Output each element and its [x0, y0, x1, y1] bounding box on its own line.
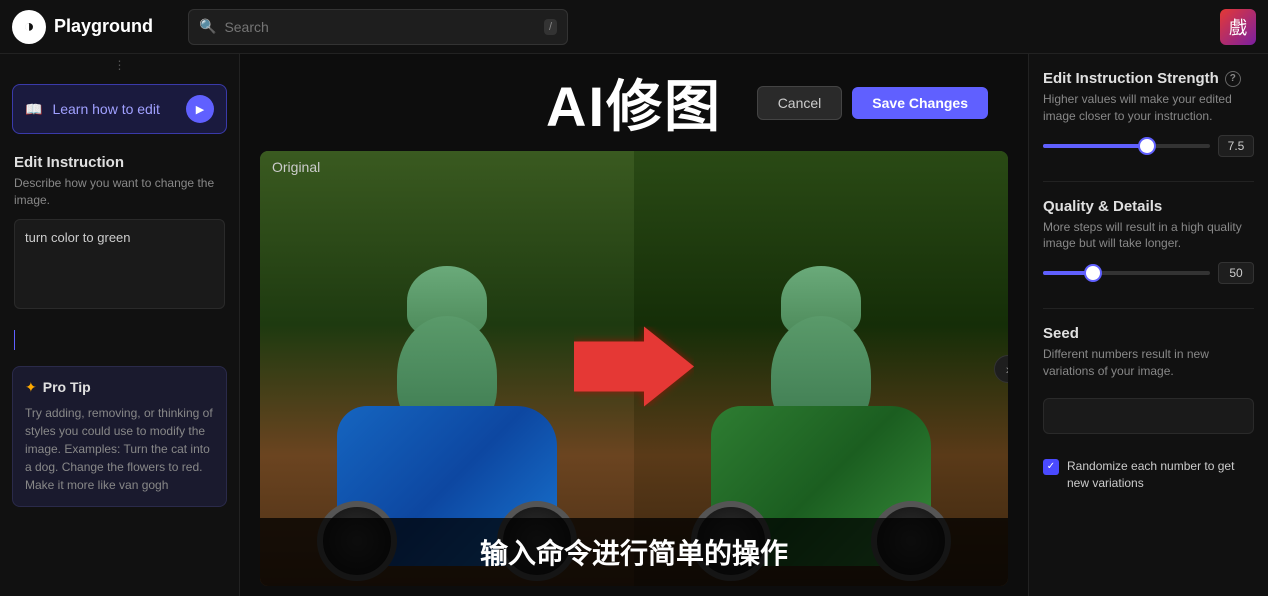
search-bar[interactable]: 🔍 /: [188, 9, 568, 45]
search-shortcut: /: [544, 19, 557, 35]
main-body: ⋮ 📖 Learn how to edit ▶ Edit Instruction…: [0, 54, 1268, 596]
right-sidebar: Edit Instruction Strength ? Higher value…: [1028, 54, 1268, 596]
edit-strength-title: Edit Instruction Strength ?: [1043, 70, 1254, 87]
left-sidebar: ⋮ 📖 Learn how to edit ▶ Edit Instruction…: [0, 54, 240, 596]
edit-strength-value: 7.5: [1218, 135, 1254, 157]
divider-2: [1043, 308, 1254, 309]
randomize-label: Randomize each number to get new variati…: [1067, 458, 1254, 492]
top-nav: ◑ Playground 🔍 / 戲: [0, 0, 1268, 54]
seed-title: Seed: [1043, 325, 1254, 342]
edit-strength-slider-fill: [1043, 144, 1147, 148]
edit-instruction-title: Edit Instruction: [14, 154, 225, 171]
logo-icon: ◑: [12, 10, 46, 44]
arrow-container: [574, 326, 694, 411]
original-label: Original: [272, 159, 320, 175]
seed-input[interactable]: [1043, 398, 1254, 434]
pro-tip-title: Pro Tip: [43, 379, 91, 395]
user-avatar[interactable]: 戲: [1220, 9, 1256, 45]
logo-area: ◑ Playground: [12, 10, 172, 44]
edit-strength-info-icon[interactable]: ?: [1225, 71, 1241, 87]
pro-tip-text: Try adding, removing, or thinking of sty…: [25, 404, 214, 494]
bottom-overlay-text: 输入命令进行简单的操作: [280, 532, 988, 572]
quality-desc: More steps will result in a high quality…: [1043, 219, 1254, 253]
center-area: AI修图 Cancel Save Changes Original: [240, 54, 1028, 596]
scroll-indicator: ⋮: [0, 54, 239, 76]
randomize-checkbox-row: ✓ Randomize each number to get new varia…: [1043, 458, 1254, 492]
frog-figure-left: [317, 226, 577, 566]
quality-slider-row: 50: [1043, 262, 1254, 284]
image-compare-area: Original: [260, 151, 1008, 586]
search-icon: 🔍: [199, 18, 216, 35]
play-button[interactable]: ▶: [186, 95, 214, 123]
cursor-indicator: [14, 330, 15, 350]
center-title: AI修图: [546, 62, 722, 143]
quality-title: Quality & Details: [1043, 198, 1254, 215]
divider-1: [1043, 181, 1254, 182]
edit-instruction-desc: Describe how you want to change the imag…: [14, 175, 225, 209]
cancel-save-group: Cancel Save Changes: [757, 86, 988, 120]
bottom-overlay: 输入命令进行简单的操作: [260, 518, 1008, 586]
learn-btn-label: Learn how to edit: [52, 101, 176, 117]
cancel-button[interactable]: Cancel: [757, 86, 843, 120]
quality-slider-thumb[interactable]: [1086, 266, 1100, 280]
center-top-bar: AI修图 Cancel Save Changes: [240, 54, 1028, 151]
edit-strength-desc: Higher values will make your edited imag…: [1043, 91, 1254, 125]
pro-tip-header: ✦ Pro Tip: [25, 379, 214, 396]
save-changes-button[interactable]: Save Changes: [852, 87, 988, 119]
edit-instruction-textarea[interactable]: turn color to green: [14, 219, 225, 309]
search-input[interactable]: [224, 19, 536, 35]
direction-arrow: [574, 326, 694, 406]
edit-strength-slider-row: 7.5: [1043, 135, 1254, 157]
edit-strength-section: Edit Instruction Strength ? Higher value…: [1043, 70, 1254, 157]
edit-strength-slider-track[interactable]: [1043, 144, 1210, 148]
edit-instruction-section: Edit Instruction Describe how you want t…: [0, 142, 239, 322]
pro-tip-box: ✦ Pro Tip Try adding, removing, or think…: [12, 366, 227, 507]
image-compare-container: 输入命令进行简单的操作: [260, 151, 1008, 586]
seed-section: Seed Different numbers result in new var…: [1043, 325, 1254, 434]
quality-slider-track[interactable]: [1043, 271, 1210, 275]
edit-strength-slider-thumb[interactable]: [1140, 139, 1154, 153]
randomize-checkbox[interactable]: ✓: [1043, 459, 1059, 475]
learn-how-to-edit-button[interactable]: 📖 Learn how to edit ▶: [12, 84, 227, 134]
logo-text: Playground: [54, 16, 153, 37]
frog-scene: 输入命令进行简单的操作: [260, 151, 1008, 586]
quality-section: Quality & Details More steps will result…: [1043, 198, 1254, 285]
book-icon: 📖: [25, 101, 42, 118]
star-icon: ✦: [25, 379, 37, 396]
quality-value: 50: [1218, 262, 1254, 284]
frog-figure-right: [691, 226, 951, 566]
seed-desc: Different numbers result in new variatio…: [1043, 346, 1254, 380]
